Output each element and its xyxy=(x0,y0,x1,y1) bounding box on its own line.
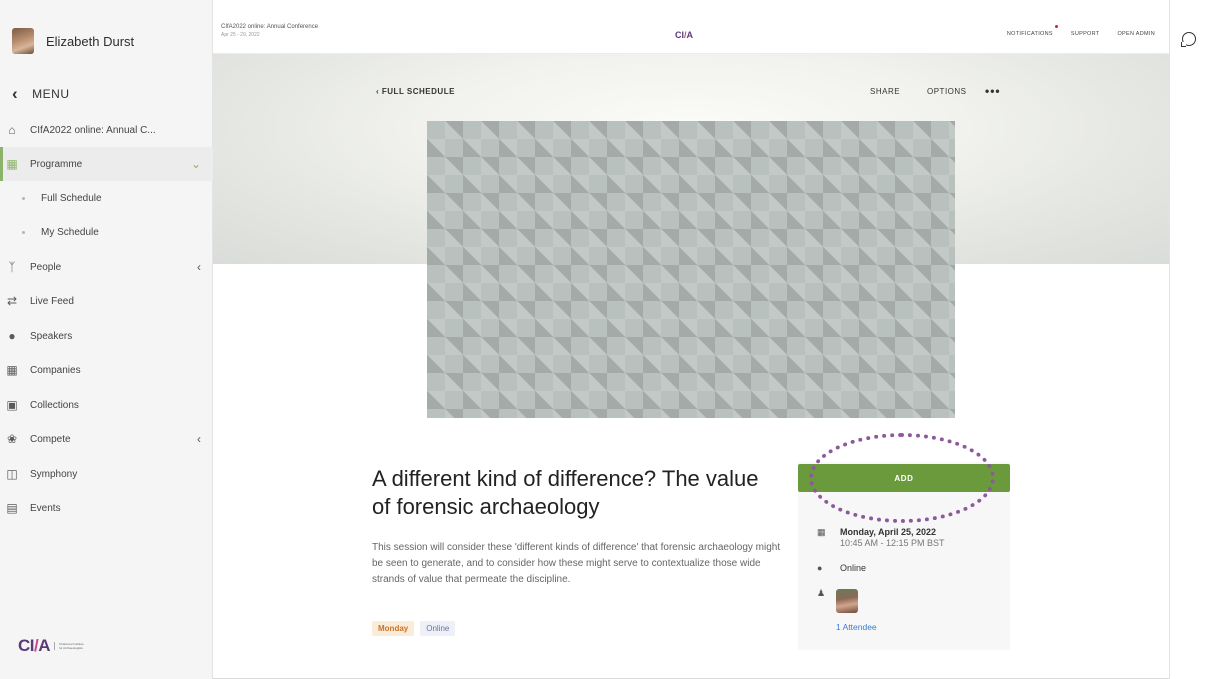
sidebar-item-full-schedule[interactable]: Full Schedule xyxy=(0,181,213,215)
full-schedule-back-link[interactable]: ‹ FULL SCHEDULE xyxy=(376,87,455,96)
session-banner-image xyxy=(427,121,955,418)
date-row: ▦ Monday, April 25, 2022 10:45 AM - 12:1… xyxy=(817,527,945,548)
top-links: NOTIFICATIONS SUPPORT OPEN ADMIN xyxy=(971,25,1155,37)
sidebar-item-label: CIfA2022 online: Annual C... xyxy=(30,124,156,136)
sidebar-item-label: Compete xyxy=(30,433,71,445)
chat-icon[interactable] xyxy=(1181,32,1196,47)
sidebar-item-label: Events xyxy=(30,502,61,514)
cifa-logo: CI/A Chartered Institute for Archaeologi… xyxy=(18,636,84,656)
sidebar-item-label: Symphony xyxy=(30,468,78,480)
sidebar-item-programme[interactable]: ▦ Programme ⌄ xyxy=(0,147,213,181)
support-link[interactable]: SUPPORT xyxy=(1071,31,1100,37)
calendar-icon: ▦ xyxy=(6,157,18,171)
sidebar-item-people[interactable]: ᛉ People ‹ xyxy=(0,250,213,284)
attendees-link[interactable]: 1 Attendee xyxy=(836,622,877,632)
location-row: ● Online xyxy=(817,563,866,573)
home-icon: ⌂ xyxy=(8,123,16,137)
session-description: This session will consider these 'differ… xyxy=(372,542,781,585)
conference-title[interactable]: CIfA2022 online: Annual Conference xyxy=(221,24,318,30)
sidebar-item-label: My Schedule xyxy=(41,226,99,238)
highlight-circle xyxy=(809,433,995,523)
menu-label: MENU xyxy=(32,87,70,101)
sidebar-item-compete[interactable]: ❀ Compete ‹ xyxy=(0,422,213,456)
bullet-icon xyxy=(22,230,25,234)
chevron-left-icon: ‹ xyxy=(197,260,201,274)
sidebar-item-companies[interactable]: ▦ Companies xyxy=(0,353,213,387)
top-bar: CIfA2022 online: Annual Conference Apr 2… xyxy=(213,0,1169,54)
notification-dot-icon xyxy=(1054,25,1058,28)
sidebar-item-label: Companies xyxy=(30,364,81,376)
sidebar-item-symphony[interactable]: ◫ Symphony xyxy=(0,457,213,491)
bullet-icon xyxy=(22,196,25,200)
sidebar-item-events[interactable]: ▤ Events xyxy=(0,491,213,525)
user-profile[interactable]: Elizabeth Durst xyxy=(12,28,134,54)
medal-icon: ❀ xyxy=(6,432,18,446)
calendar-icon: ▦ xyxy=(817,527,826,537)
open-admin-link[interactable]: OPEN ADMIN xyxy=(1117,31,1155,37)
attendee-avatar[interactable] xyxy=(836,589,858,613)
sidebar-item-label: Full Schedule xyxy=(41,192,102,204)
session-time: 10:45 AM - 12:15 PM BST xyxy=(840,538,945,548)
share-button[interactable]: SHARE xyxy=(870,87,900,96)
sidebar-item-my-schedule[interactable]: My Schedule xyxy=(0,215,213,249)
mode-tag[interactable]: Online xyxy=(420,621,456,636)
sidebar-item-conference[interactable]: ⌂ CIfA2022 online: Annual C... xyxy=(0,113,213,147)
options-button[interactable]: OPTIONS xyxy=(927,87,967,96)
session-location: Online xyxy=(840,563,867,573)
notifications-link[interactable]: NOTIFICATIONS xyxy=(989,25,1058,37)
sidebar: Elizabeth Durst ‹ MENU ⌂ CIfA2022 online… xyxy=(0,0,213,679)
chevron-left-icon: ‹ xyxy=(12,84,19,103)
chevron-down-icon: ⌄ xyxy=(190,157,201,171)
ticket-icon: ▤ xyxy=(6,501,18,515)
collection-icon: ▣ xyxy=(6,398,18,412)
top-logo[interactable]: CI/A xyxy=(675,30,693,40)
logo-tagline: Chartered Institute for Archaeologists xyxy=(54,642,84,650)
user-name: Elizabeth Durst xyxy=(46,33,135,49)
session-date: Monday, April 25, 2022 xyxy=(840,527,937,537)
sidebar-item-label: Programme xyxy=(30,158,83,170)
sidebar-item-label: Speakers xyxy=(30,330,73,342)
conference-dates: Apr 25 - 29, 2022 xyxy=(221,32,260,38)
speaker-icon: ● xyxy=(8,329,16,343)
building-icon: ▦ xyxy=(6,363,18,377)
people-icon: ᛉ xyxy=(8,260,16,274)
sidebar-item-label: Collections xyxy=(30,399,79,411)
chevron-left-icon: ‹ xyxy=(197,432,201,446)
sidebar-item-label: Live Feed xyxy=(30,295,74,307)
sidebar-item-speakers[interactable]: ● Speakers xyxy=(0,319,213,353)
sidebar-item-live-feed[interactable]: ⇄ Live Feed xyxy=(0,284,213,318)
day-tag[interactable]: Monday xyxy=(372,621,415,636)
avatar xyxy=(12,28,34,54)
session-title: A different kind of difference? The valu… xyxy=(372,466,759,519)
right-gutter xyxy=(1169,0,1209,679)
person-icon: ♟ xyxy=(817,588,826,598)
live-feed-icon: ⇄ xyxy=(6,294,18,308)
logo-mark: CI/A xyxy=(18,636,51,655)
sidebar-item-collections[interactable]: ▣ Collections xyxy=(0,388,213,422)
menu-back-button[interactable]: ‹ MENU xyxy=(12,84,70,104)
session-tags: Monday Online xyxy=(372,621,461,636)
location-pin-icon: ● xyxy=(817,563,823,573)
symphony-icon: ◫ xyxy=(6,467,18,481)
sidebar-item-label: People xyxy=(30,261,62,273)
more-options-icon[interactable]: ••• xyxy=(985,84,1001,98)
